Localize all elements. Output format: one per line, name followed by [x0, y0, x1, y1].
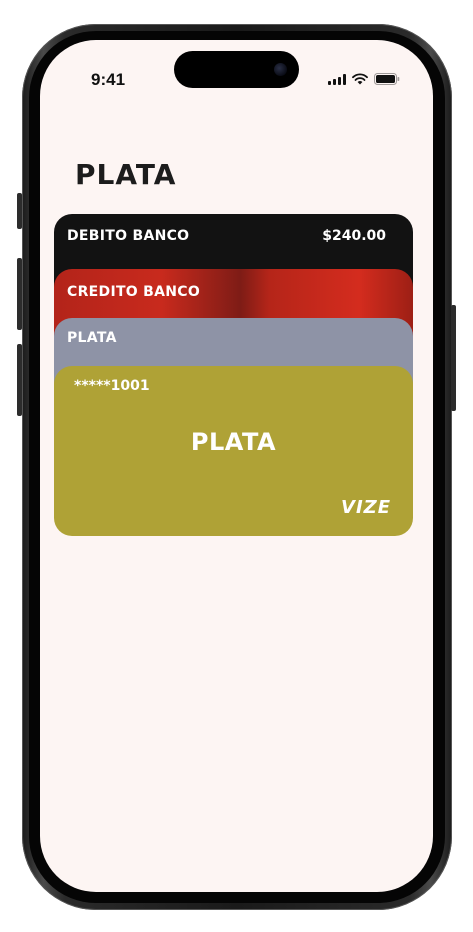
screen: 9:41 PLATA DEBITO BANCO $240.00 CREDITO … — [40, 40, 433, 892]
signal-icon — [328, 73, 346, 85]
volume-up-button — [17, 258, 22, 330]
card-label: PLATA — [67, 330, 117, 346]
wifi-icon — [352, 73, 368, 85]
page-title: PLATA — [75, 158, 177, 191]
card-label: DEBITO BANCO — [67, 228, 190, 244]
status-time: 9:41 — [91, 70, 126, 89]
action-button — [17, 193, 22, 229]
card-name: PLATA — [190, 428, 277, 456]
battery-icon — [374, 73, 400, 85]
card-label: CREDITO BANCO — [67, 284, 201, 300]
dynamic-island — [174, 51, 299, 88]
card-number: *****1001 — [74, 378, 150, 394]
card-plata-selected[interactable]: *****1001 PLATA VIZE — [54, 366, 413, 536]
volume-down-button — [17, 344, 22, 416]
front-camera-icon — [274, 63, 287, 76]
card-balance: $240.00 — [322, 228, 386, 244]
status-icons — [328, 73, 400, 85]
power-button — [451, 305, 456, 411]
card-brand-logo: VIZE — [341, 497, 391, 518]
